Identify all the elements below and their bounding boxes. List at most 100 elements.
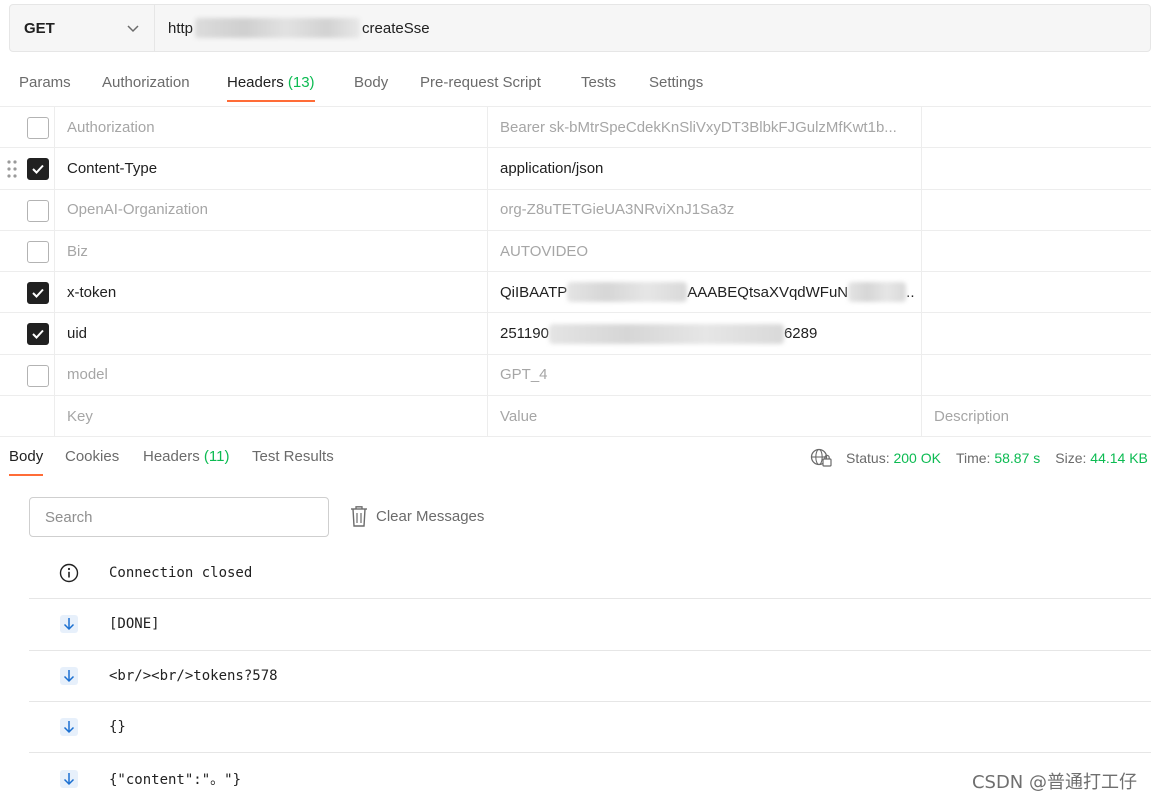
- value-redacted: [567, 282, 688, 303]
- header-description[interactable]: [922, 148, 1151, 188]
- tab-label: Body: [354, 74, 389, 91]
- header-value[interactable]: 251190 6289: [488, 313, 922, 354]
- table-row-new: Key Value Description: [0, 396, 1151, 438]
- table-row: uid 251190 6289: [0, 313, 1151, 355]
- header-description[interactable]: [922, 107, 1151, 147]
- header-value[interactable]: Bearer sk-bMtrSpeCdekKnSliVxyDT3BlbkFJGu…: [488, 107, 922, 148]
- header-key[interactable]: uid: [55, 313, 488, 354]
- drag-handle-icon[interactable]: [7, 160, 17, 178]
- tab-label: Settings: [649, 74, 704, 91]
- time-label: Time:: [955, 450, 991, 466]
- info-icon: [59, 563, 79, 583]
- header-description[interactable]: [922, 231, 1151, 271]
- response-tab-cookies[interactable]: Cookies: [65, 448, 119, 465]
- value-end: 6289: [783, 325, 818, 343]
- arrow-down-icon: [59, 614, 79, 634]
- header-description[interactable]: [922, 355, 1151, 395]
- row-checkbox[interactable]: [27, 282, 49, 305]
- table-row: x-token QiIBAATP AAABEQtsaXVqdWFuN..: [0, 272, 1151, 314]
- row-checkbox[interactable]: [27, 117, 49, 139]
- header-key[interactable]: x-token: [55, 272, 488, 313]
- method-label: GET: [24, 19, 55, 37]
- clear-messages-button[interactable]: Clear Messages: [350, 505, 484, 527]
- row-checkbox[interactable]: [27, 240, 49, 263]
- check-icon: [32, 165, 44, 175]
- value-redacted: [548, 323, 784, 344]
- tab-count: (13): [287, 74, 315, 91]
- url-suffix: createSse: [362, 19, 430, 37]
- key-placeholder[interactable]: Key: [55, 396, 488, 437]
- header-description[interactable]: [922, 313, 1151, 353]
- value-placeholder[interactable]: Value: [488, 396, 922, 437]
- message-text: <br/><br/>tokens?578: [109, 667, 278, 684]
- arrow-down-icon: [59, 666, 79, 686]
- header-value[interactable]: QiIBAATP AAABEQtsaXVqdWFuN..: [488, 272, 922, 313]
- table-row: Content-Type application/json: [0, 148, 1151, 190]
- row-checkbox[interactable]: [27, 199, 49, 222]
- trash-icon: [351, 506, 367, 527]
- header-key[interactable]: Content-Type: [55, 148, 488, 189]
- header-description[interactable]: [922, 190, 1151, 230]
- search-input[interactable]: [29, 497, 329, 537]
- arrow-down-icon: [59, 769, 79, 789]
- tab-settings[interactable]: Settings: [649, 64, 703, 104]
- request-tabs: Params Authorization Headers (13) Body P…: [0, 64, 1151, 104]
- size-label: Size:: [1055, 450, 1087, 466]
- status-value: 200 OK: [893, 450, 941, 466]
- url-redacted: [195, 18, 361, 38]
- header-value[interactable]: AUTOVIDEO: [488, 230, 922, 272]
- list-item[interactable]: Connection closed: [29, 548, 1151, 600]
- tab-authorization[interactable]: Authorization: [102, 64, 190, 104]
- arrow-down-icon: [59, 717, 79, 737]
- tab-label: Params: [19, 74, 71, 91]
- header-value[interactable]: application/json: [488, 148, 922, 189]
- check-icon: [32, 330, 44, 340]
- list-item[interactable]: {}: [29, 702, 1151, 754]
- response-tab-test-results[interactable]: Test Results: [252, 448, 334, 465]
- message-text: [DONE]: [109, 616, 160, 633]
- time-value: 58.87 s: [994, 450, 1041, 466]
- url-prefix: http: [168, 19, 194, 37]
- row-checkbox[interactable]: [27, 158, 49, 181]
- table-row: Authorization Bearer sk-bMtrSpeCdekKnSli…: [0, 107, 1151, 149]
- header-key[interactable]: Biz: [55, 230, 488, 272]
- tab-label: Authorization: [102, 74, 190, 91]
- tab-pre-request-script[interactable]: Pre-request Script: [420, 64, 541, 104]
- message-list: Connection closed [DONE] <br/><br/>token…: [29, 548, 1151, 799]
- header-value[interactable]: org-Z8uTETGieUA3NRviXnJ1Sa3z: [488, 189, 922, 230]
- value-start: 251190: [500, 325, 549, 343]
- header-key[interactable]: model: [55, 354, 488, 396]
- header-value[interactable]: GPT_4: [488, 354, 922, 396]
- header-key[interactable]: OpenAI-Organization: [55, 189, 488, 230]
- tab-label: Headers: [143, 448, 204, 465]
- description-placeholder[interactable]: Description: [922, 396, 1151, 436]
- globe-lock-icon[interactable]: [810, 448, 832, 468]
- check-icon: [32, 289, 44, 299]
- tab-label: Test Results: [252, 448, 334, 465]
- response-tab-body[interactable]: Body: [9, 448, 44, 476]
- row-checkbox[interactable]: [27, 323, 49, 346]
- tab-tests[interactable]: Tests: [581, 64, 616, 104]
- method-select[interactable]: GET: [10, 5, 155, 51]
- response-tab-headers[interactable]: Headers (11): [143, 448, 229, 465]
- tab-label: Cookies: [65, 448, 120, 465]
- header-key[interactable]: Authorization: [55, 107, 488, 148]
- request-url-bar: GET http createSse: [9, 4, 1151, 52]
- tab-params[interactable]: Params: [19, 64, 71, 104]
- message-text: Connection closed: [109, 565, 253, 582]
- row-checkbox[interactable]: [27, 364, 49, 387]
- watermark: CSDN @普通打工仔: [971, 772, 1137, 793]
- list-item[interactable]: <br/><br/>tokens?578: [29, 651, 1151, 702]
- list-item[interactable]: [DONE]: [29, 599, 1151, 651]
- value-redacted: [848, 282, 907, 303]
- value-start: QiIBAATP: [500, 283, 568, 301]
- tab-count: (11): [203, 448, 230, 465]
- chevron-down-icon: [127, 25, 139, 33]
- header-description[interactable]: [922, 272, 1151, 312]
- tab-headers[interactable]: Headers (13): [227, 64, 315, 104]
- tab-body[interactable]: Body: [354, 64, 388, 104]
- message-text: {"content":"。"}: [109, 771, 242, 788]
- table-row: OpenAI-Organization org-Z8uTETGieUA3NRvi…: [0, 189, 1151, 231]
- clear-messages-label: Clear Messages: [376, 507, 485, 525]
- url-input[interactable]: http createSse: [155, 5, 430, 51]
